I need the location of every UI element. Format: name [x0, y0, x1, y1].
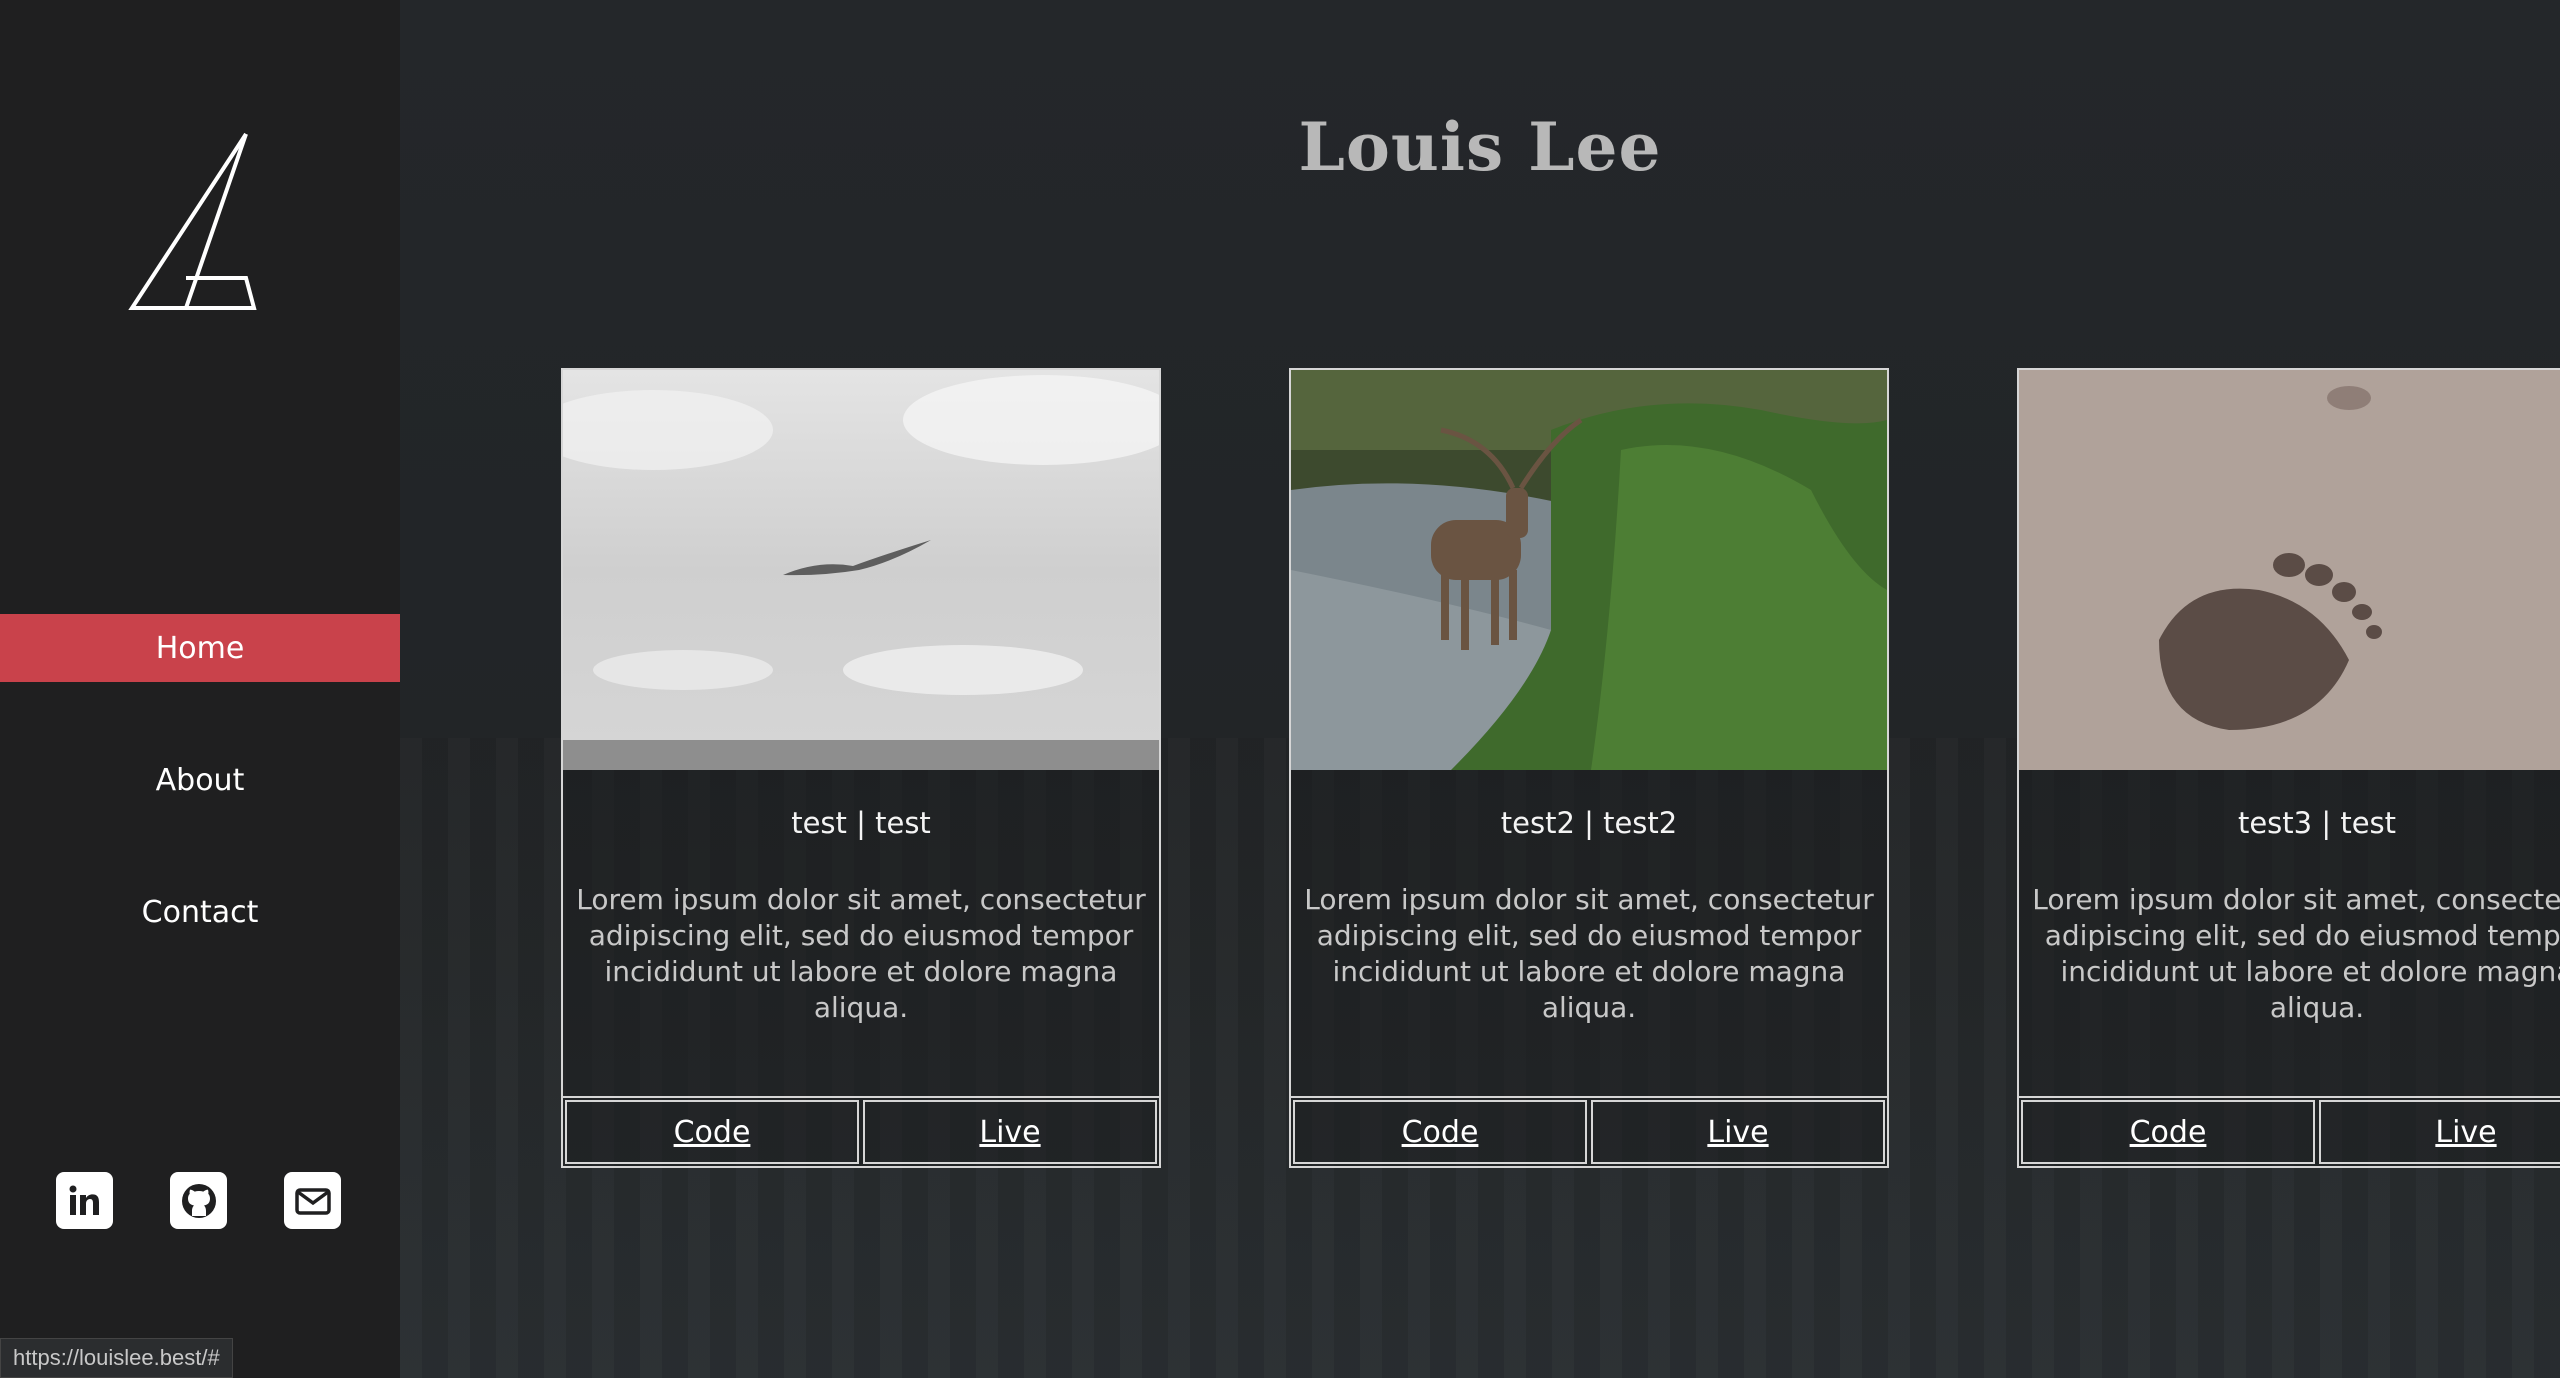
github-icon[interactable]: [170, 1172, 227, 1229]
live-button[interactable]: Live: [2319, 1100, 2560, 1164]
project-description: Lorem ipsum dolor sit amet, consectetur …: [576, 883, 1146, 1024]
portfolio-page: Home About Contact Louis Lee test | test…: [0, 0, 2560, 1378]
code-button[interactable]: Code: [2021, 1100, 2315, 1164]
nav-contact[interactable]: Contact: [0, 878, 400, 946]
live-button[interactable]: Live: [1591, 1100, 1885, 1164]
project-actions: Code Live: [563, 1096, 1159, 1166]
social-links: [56, 1172, 341, 1229]
project-cards: test | test Lorem ipsum dolor sit amet, …: [561, 368, 2560, 1168]
code-button[interactable]: Code: [1293, 1100, 1587, 1164]
project-actions: Code Live: [2019, 1096, 2560, 1166]
page-title: Louis Lee: [1298, 108, 1662, 186]
project-title: test3 | test: [2237, 806, 2397, 840]
project-title: test2 | test2: [1500, 806, 1678, 840]
main-nav: Home About Contact: [0, 614, 400, 1010]
project-image-deer: [1291, 370, 1887, 770]
live-button[interactable]: Live: [863, 1100, 1157, 1164]
nav-about[interactable]: About: [0, 746, 400, 814]
project-card: test2 | test2 Lorem ipsum dolor sit amet…: [1289, 368, 1889, 1168]
email-icon[interactable]: [284, 1172, 341, 1229]
status-bar-url: https://louislee.best/#: [0, 1338, 233, 1378]
nav-home[interactable]: Home: [0, 614, 400, 682]
project-card: test | test Lorem ipsum dolor sit amet, …: [561, 368, 1161, 1168]
code-button[interactable]: Code: [565, 1100, 859, 1164]
project-description: Lorem ipsum dolor sit amet, consectetur …: [1304, 883, 1874, 1024]
project-description: Lorem ipsum dolor sit amet, consectetur …: [2032, 883, 2560, 1024]
project-title: test | test: [791, 806, 931, 840]
logo-icon[interactable]: [124, 128, 264, 313]
project-image-footprint: [2019, 370, 2560, 770]
linkedin-icon[interactable]: [56, 1172, 113, 1229]
project-card: test3 | test Lorem ipsum dolor sit amet,…: [2017, 368, 2560, 1168]
project-image-seagull: [563, 370, 1159, 770]
sidebar: Home About Contact: [0, 0, 400, 1378]
main-content: Louis Lee test | test Lorem ipsum dolor …: [400, 0, 2560, 1378]
project-actions: Code Live: [1291, 1096, 1887, 1166]
